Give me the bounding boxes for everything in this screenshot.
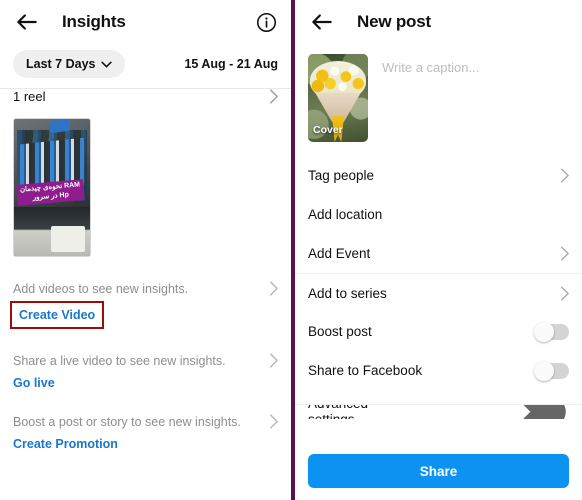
empty-state-videos: Add videos to see new insights. Create V… bbox=[0, 271, 291, 331]
chevron-right-icon bbox=[522, 405, 566, 419]
chevron-right-icon bbox=[270, 353, 278, 368]
share-to-facebook-toggle-knob bbox=[534, 360, 554, 381]
caption-row: Cover Write a caption... bbox=[295, 44, 582, 156]
chevron-right-icon bbox=[270, 89, 278, 104]
page-title: Insights bbox=[62, 12, 126, 31]
option-add-to-series-label: Add to series bbox=[308, 285, 387, 301]
cover-thumbnail[interactable]: Cover bbox=[308, 54, 368, 142]
back-arrow-icon[interactable] bbox=[14, 9, 40, 35]
option-add-location-label: Add location bbox=[308, 207, 383, 222]
share-button[interactable]: Share bbox=[308, 454, 569, 488]
date-range-dropdown[interactable]: Last 7 Days bbox=[13, 50, 126, 78]
chevron-right-icon bbox=[270, 281, 278, 296]
caption-input[interactable]: Write a caption... bbox=[382, 54, 479, 142]
boost-post-toggle-knob bbox=[534, 321, 554, 342]
empty-state-videos-text: Add videos to see new insights. bbox=[13, 281, 189, 296]
option-add-to-series[interactable]: Add to series bbox=[295, 273, 582, 312]
insights-appbar: Insights bbox=[0, 0, 291, 44]
option-advanced-settings[interactable]: Advanced settings bbox=[295, 404, 582, 419]
option-share-to-facebook[interactable]: Share to Facebook bbox=[295, 351, 582, 390]
option-share-to-facebook-label: Share to Facebook bbox=[308, 363, 423, 378]
cover-label: Cover bbox=[313, 124, 343, 136]
empty-state-live: Share a live video to see new insights. … bbox=[0, 343, 291, 392]
option-tag-people[interactable]: Tag people bbox=[295, 156, 582, 195]
chevron-right-icon bbox=[561, 246, 569, 261]
back-arrow-icon[interactable] bbox=[309, 9, 335, 35]
empty-state-live-text: Share a live video to see new insights. bbox=[13, 353, 226, 368]
option-tag-people-label: Tag people bbox=[308, 168, 375, 183]
empty-state-boost-header[interactable]: Boost a post or story to see new insight… bbox=[13, 404, 278, 431]
create-video-link[interactable]: Create Video bbox=[19, 308, 95, 322]
create-promotion-link[interactable]: Create Promotion bbox=[13, 431, 118, 453]
option-boost-post-label: Boost post bbox=[308, 324, 372, 339]
go-live-link[interactable]: Go live bbox=[13, 370, 55, 392]
boost-post-toggle[interactable] bbox=[534, 321, 569, 342]
share-button-container: Share bbox=[295, 454, 582, 488]
reel-thumbnail-caption-banner: نحوه‌ی چیدمان RAM در سرور Hp bbox=[16, 179, 85, 206]
option-add-event[interactable]: Add Event bbox=[295, 234, 582, 273]
option-add-location[interactable]: Add location bbox=[295, 195, 582, 234]
chevron-right-icon bbox=[270, 414, 278, 429]
reel-thumbnail-lower bbox=[14, 206, 90, 256]
chevron-right-icon bbox=[561, 168, 569, 183]
reel-count-row[interactable]: 1 reel bbox=[0, 88, 291, 104]
create-video-highlight-box: Create Video bbox=[10, 301, 105, 329]
empty-state-videos-header[interactable]: Add videos to see new insights. bbox=[13, 271, 278, 298]
insights-filter-row: Last 7 Days 15 Aug - 21 Aug bbox=[0, 44, 291, 88]
page-title: New post bbox=[357, 12, 431, 31]
new-post-panel: New post Cover Write a caption... Tag pe… bbox=[291, 0, 582, 500]
reel-count-label: 1 reel bbox=[13, 89, 46, 104]
share-to-facebook-toggle[interactable] bbox=[534, 360, 569, 381]
new-post-appbar: New post bbox=[295, 0, 582, 44]
chevron-down-icon bbox=[101, 61, 113, 67]
option-add-event-label: Add Event bbox=[308, 246, 371, 261]
info-circle-icon[interactable] bbox=[256, 12, 277, 33]
option-advanced-settings-label: Advanced settings bbox=[308, 405, 386, 419]
reel-thumbnail-area: نحوه‌ی چیدمان RAM در سرور Hp bbox=[0, 104, 291, 271]
reel-thumbnail[interactable]: نحوه‌ی چیدمان RAM در سرور Hp bbox=[13, 118, 91, 257]
option-boost-post[interactable]: Boost post bbox=[295, 312, 582, 351]
empty-state-boost: Boost a post or story to see new insight… bbox=[0, 404, 291, 453]
date-range-text: 15 Aug - 21 Aug bbox=[184, 57, 278, 71]
chevron-right-icon bbox=[561, 285, 569, 301]
dual-panel-screenshot: Insights Last 7 Days 15 Aug - 21 Aug 1 r… bbox=[0, 0, 582, 500]
date-range-dropdown-label: Last 7 Days bbox=[26, 57, 96, 71]
empty-state-live-header[interactable]: Share a live video to see new insights. bbox=[13, 343, 278, 370]
insights-panel: Insights Last 7 Days 15 Aug - 21 Aug 1 r… bbox=[0, 0, 291, 500]
empty-state-boost-text: Boost a post or story to see new insight… bbox=[13, 414, 241, 429]
